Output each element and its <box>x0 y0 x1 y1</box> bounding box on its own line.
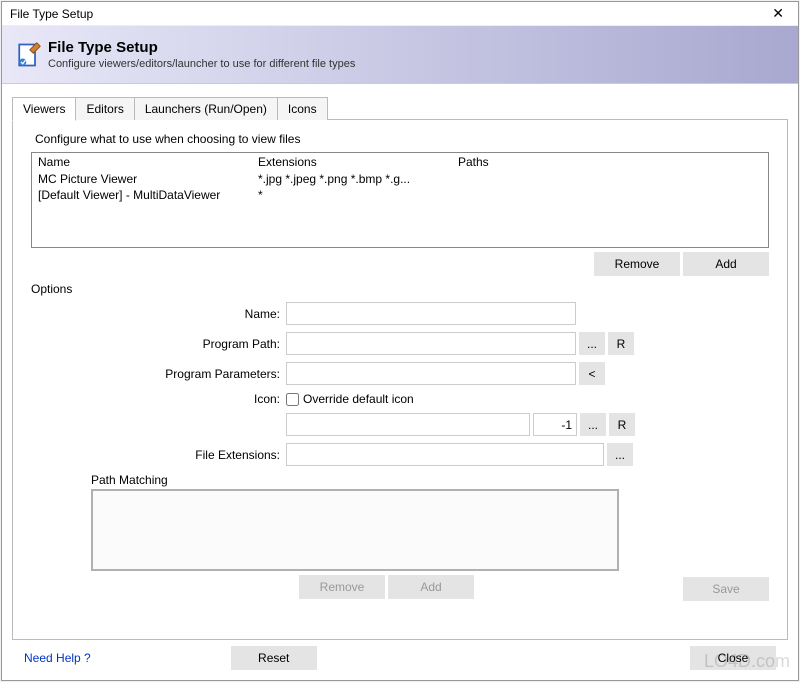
path-matching-section: Path Matching Remove Add <box>31 473 769 599</box>
program-params-input[interactable] <box>286 362 576 385</box>
list-item[interactable]: MC Picture Viewer *.jpg *.jpeg *.png *.b… <box>32 171 768 187</box>
browse-icon-button[interactable]: ... <box>580 413 606 436</box>
tab-viewers[interactable]: Viewers <box>12 97 76 121</box>
reset-path-button[interactable]: R <box>608 332 634 355</box>
icon-path-input[interactable] <box>286 413 530 436</box>
col-paths[interactable]: Paths <box>458 155 762 169</box>
close-icon[interactable]: ✕ <box>766 5 790 22</box>
pm-add-button[interactable]: Add <box>388 575 474 599</box>
header-title: File Type Setup <box>48 39 355 56</box>
options-section: Options Name: Program Path: ... R Progra… <box>31 284 769 627</box>
content-area: Viewers Editors Launchers (Run/Open) Ico… <box>2 84 798 680</box>
override-icon-label: Override default icon <box>303 392 414 406</box>
panel-description: Configure what to use when choosing to v… <box>35 132 769 146</box>
path-matching-list[interactable] <box>91 489 619 571</box>
window-title: File Type Setup <box>10 7 766 21</box>
app-icon <box>14 41 42 69</box>
browse-path-button[interactable]: ... <box>579 332 605 355</box>
header-banner: File Type Setup Configure viewers/editor… <box>2 26 798 84</box>
tab-icons[interactable]: Icons <box>277 97 328 120</box>
options-label: Options <box>31 282 769 296</box>
col-name[interactable]: Name <box>38 155 258 169</box>
list-buttons: Remove Add <box>31 252 769 276</box>
watermark: LO4D.com <box>704 651 790 672</box>
file-ext-input[interactable] <box>286 443 604 466</box>
program-params-label: Program Parameters: <box>31 367 286 381</box>
col-extensions[interactable]: Extensions <box>258 155 458 169</box>
header-text: File Type Setup Configure viewers/editor… <box>48 39 355 70</box>
titlebar: File Type Setup ✕ <box>2 2 798 26</box>
name-input[interactable] <box>286 302 576 325</box>
row-name: MC Picture Viewer <box>38 172 258 186</box>
row-ext: * <box>258 188 458 202</box>
tab-strip: Viewers Editors Launchers (Run/Open) Ico… <box>12 96 788 120</box>
icon-label: Icon: <box>31 392 286 406</box>
dialog-window: File Type Setup ✕ File Type Setup Config… <box>1 1 799 681</box>
pm-remove-button[interactable]: Remove <box>299 575 385 599</box>
row-paths <box>458 172 762 186</box>
file-ext-label: File Extensions: <box>31 448 286 462</box>
list-item[interactable]: [Default Viewer] - MultiDataViewer * <box>32 187 768 203</box>
save-button[interactable]: Save <box>683 577 769 601</box>
reset-icon-button[interactable]: R <box>609 413 635 436</box>
header-subtitle: Configure viewers/editors/launcher to us… <box>48 58 355 70</box>
options-form: Name: Program Path: ... R Program Parame… <box>31 302 769 599</box>
override-icon-checkbox[interactable] <box>286 393 299 406</box>
tab-launchers[interactable]: Launchers (Run/Open) <box>134 97 278 120</box>
reset-button[interactable]: Reset <box>231 646 317 670</box>
row-name: [Default Viewer] - MultiDataViewer <box>38 188 258 202</box>
icon-index-input[interactable] <box>533 413 577 436</box>
help-link[interactable]: Need Help ? <box>24 651 91 665</box>
name-label: Name: <box>31 307 286 321</box>
add-button[interactable]: Add <box>683 252 769 276</box>
row-paths <box>458 188 762 202</box>
program-path-label: Program Path: <box>31 337 286 351</box>
tab-editors[interactable]: Editors <box>75 97 134 120</box>
footer: Need Help ? Reset Close <box>12 640 788 676</box>
params-menu-button[interactable]: < <box>579 362 605 385</box>
tab-panel: Configure what to use when choosing to v… <box>12 119 788 640</box>
path-matching-label: Path Matching <box>91 473 769 487</box>
program-path-input[interactable] <box>286 332 576 355</box>
remove-button[interactable]: Remove <box>594 252 680 276</box>
list-header: Name Extensions Paths <box>32 153 768 171</box>
row-ext: *.jpg *.jpeg *.png *.bmp *.g... <box>258 172 458 186</box>
ext-menu-button[interactable]: ... <box>607 443 633 466</box>
viewer-list[interactable]: Name Extensions Paths MC Picture Viewer … <box>31 152 769 248</box>
